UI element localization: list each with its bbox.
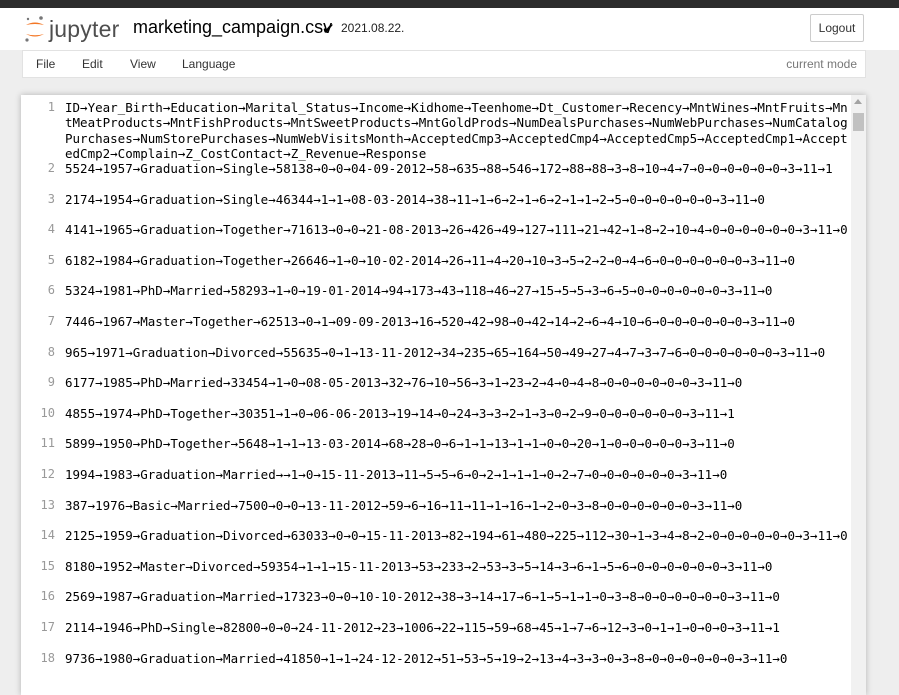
line-number: 13 xyxy=(40,497,55,512)
editor-line[interactable]: 12 1994→1983→Graduation→Married→→1→0→15-1… xyxy=(21,466,851,497)
editor-line[interactable]: 8 965→1971→Graduation→Divorced→55635→0→1→… xyxy=(21,344,851,375)
line-text[interactable]: 6182→1984→Graduation→Together→26646→1→0→… xyxy=(65,253,850,268)
menu-language[interactable]: Language xyxy=(182,57,235,71)
line-text[interactable]: 5324→1981→PhD→Married→58293→1→0→19-01-20… xyxy=(65,283,850,298)
top-bar xyxy=(0,0,899,8)
menu-bar: File Edit View Language current mode xyxy=(22,50,866,78)
text-editor[interactable]: 1 ID→Year_Birth→Education→Marital_Status→… xyxy=(21,95,866,695)
menu-view[interactable]: View xyxy=(130,57,156,71)
line-number: 18 xyxy=(40,650,55,665)
line-text[interactable]: 2114→1946→PhD→Single→82800→0→0→24-11-201… xyxy=(65,620,850,635)
menu-file[interactable]: File xyxy=(36,57,55,71)
file-name[interactable]: marketing_campaign.csv xyxy=(133,17,332,38)
menu-edit[interactable]: Edit xyxy=(82,57,103,71)
line-text[interactable]: 5524→1957→Graduation→Single→58138→0→0→04… xyxy=(65,161,850,176)
editor-line[interactable]: 7 7446→1967→Master→Together→62513→0→1→09-… xyxy=(21,313,851,344)
editor-line[interactable]: 13 387→1976→Basic→Married→7500→0→0→13-11-… xyxy=(21,497,851,528)
line-text[interactable]: 965→1971→Graduation→Divorced→55635→0→1→1… xyxy=(65,345,850,360)
vertical-scrollbar[interactable] xyxy=(851,95,866,695)
line-number: 11 xyxy=(40,436,55,451)
line-number: 7 xyxy=(47,313,55,328)
line-number: 12 xyxy=(40,466,55,481)
header: jupyter marketing_campaign.csv ✔ 2021.08… xyxy=(0,8,899,50)
editor-line[interactable]: 16 2569→1987→Graduation→Married→17323→0→0… xyxy=(21,588,851,619)
line-text[interactable]: 2125→1959→Graduation→Divorced→63033→0→0→… xyxy=(65,528,850,543)
line-text[interactable]: 4855→1974→PhD→Together→30351→1→0→06-06-2… xyxy=(65,406,850,421)
line-text[interactable]: 8180→1952→Master→Divorced→59354→1→1→15-1… xyxy=(65,559,850,574)
line-number: 6 xyxy=(47,283,55,298)
line-number: 2 xyxy=(47,161,55,175)
line-number: 3 xyxy=(47,191,55,206)
line-text[interactable]: 9736→1980→Graduation→Married→41850→1→1→2… xyxy=(65,651,850,666)
jupyter-logo-icon xyxy=(25,16,44,42)
line-text[interactable]: 4141→1965→Graduation→Together→71613→0→0→… xyxy=(65,222,850,237)
editor-line[interactable]: 2 5524→1957→Graduation→Single→58138→0→0→0… xyxy=(21,160,851,191)
logo-text: jupyter xyxy=(49,15,120,42)
line-number: 14 xyxy=(40,528,55,543)
editor-line[interactable]: 10 4855→1974→PhD→Together→30351→1→0→06-06… xyxy=(21,405,851,436)
line-number: 1 xyxy=(47,100,55,114)
jupyter-logo[interactable]: jupyter xyxy=(24,14,119,44)
editor-line[interactable]: 4 4141→1965→Graduation→Together→71613→0→0… xyxy=(21,221,851,252)
line-text[interactable]: 1994→1983→Graduation→Married→→1→0→15-11-… xyxy=(65,467,850,482)
line-number: 5 xyxy=(47,252,55,267)
line-number: 17 xyxy=(40,619,55,634)
editor-line[interactable]: 5 6182→1984→Graduation→Together→26646→1→0… xyxy=(21,252,851,283)
editor-line[interactable]: 9 6177→1985→PhD→Married→33454→1→0→08-05-2… xyxy=(21,374,851,405)
scroll-thumb[interactable] xyxy=(853,113,864,131)
line-text[interactable]: 6177→1985→PhD→Married→33454→1→0→08-05-20… xyxy=(65,375,850,390)
editor-mode: current mode xyxy=(786,57,857,71)
saved-check-icon: ✔ xyxy=(322,20,335,38)
editor-line[interactable]: 17 2114→1946→PhD→Single→82800→0→0→24-11-2… xyxy=(21,619,851,650)
line-text[interactable]: 5899→1950→PhD→Together→5648→1→1→13-03-20… xyxy=(65,436,850,451)
line-number: 10 xyxy=(40,405,55,420)
line-text[interactable]: 2569→1987→Graduation→Married→17323→0→0→1… xyxy=(65,589,850,604)
line-number: 4 xyxy=(47,222,55,237)
editor-line[interactable]: 11 5899→1950→PhD→Together→5648→1→1→13-03-… xyxy=(21,435,851,466)
editor-line[interactable]: 14 2125→1959→Graduation→Divorced→63033→0→… xyxy=(21,527,851,558)
logout-button[interactable]: Logout xyxy=(810,14,864,42)
line-number: 8 xyxy=(47,344,55,359)
line-text[interactable]: 7446→1967→Master→Together→62513→0→1→09-0… xyxy=(65,314,850,329)
line-text[interactable]: ID→Year_Birth→Education→Marital_Status→I… xyxy=(65,100,850,161)
editor-lines: 1 ID→Year_Birth→Education→Marital_Status→… xyxy=(21,99,851,680)
save-status: 2021.08.22. xyxy=(341,21,405,35)
line-text[interactable]: 2174→1954→Graduation→Single→46344→1→1→08… xyxy=(65,192,850,207)
editor-line[interactable]: 1 ID→Year_Birth→Education→Marital_Status→… xyxy=(21,99,851,161)
line-number: 16 xyxy=(40,589,55,604)
editor-line[interactable]: 6 5324→1981→PhD→Married→58293→1→0→19-01-2… xyxy=(21,282,851,313)
line-text[interactable]: 387→1976→Basic→Married→7500→0→0→13-11-20… xyxy=(65,498,850,513)
editor-line[interactable]: 3 2174→1954→Graduation→Single→46344→1→1→0… xyxy=(21,191,851,222)
scroll-up-arrow-icon[interactable] xyxy=(854,99,862,104)
line-number: 9 xyxy=(47,375,55,390)
line-number: 15 xyxy=(40,558,55,573)
editor-line[interactable]: 15 8180→1952→Master→Divorced→59354→1→1→15… xyxy=(21,558,851,589)
